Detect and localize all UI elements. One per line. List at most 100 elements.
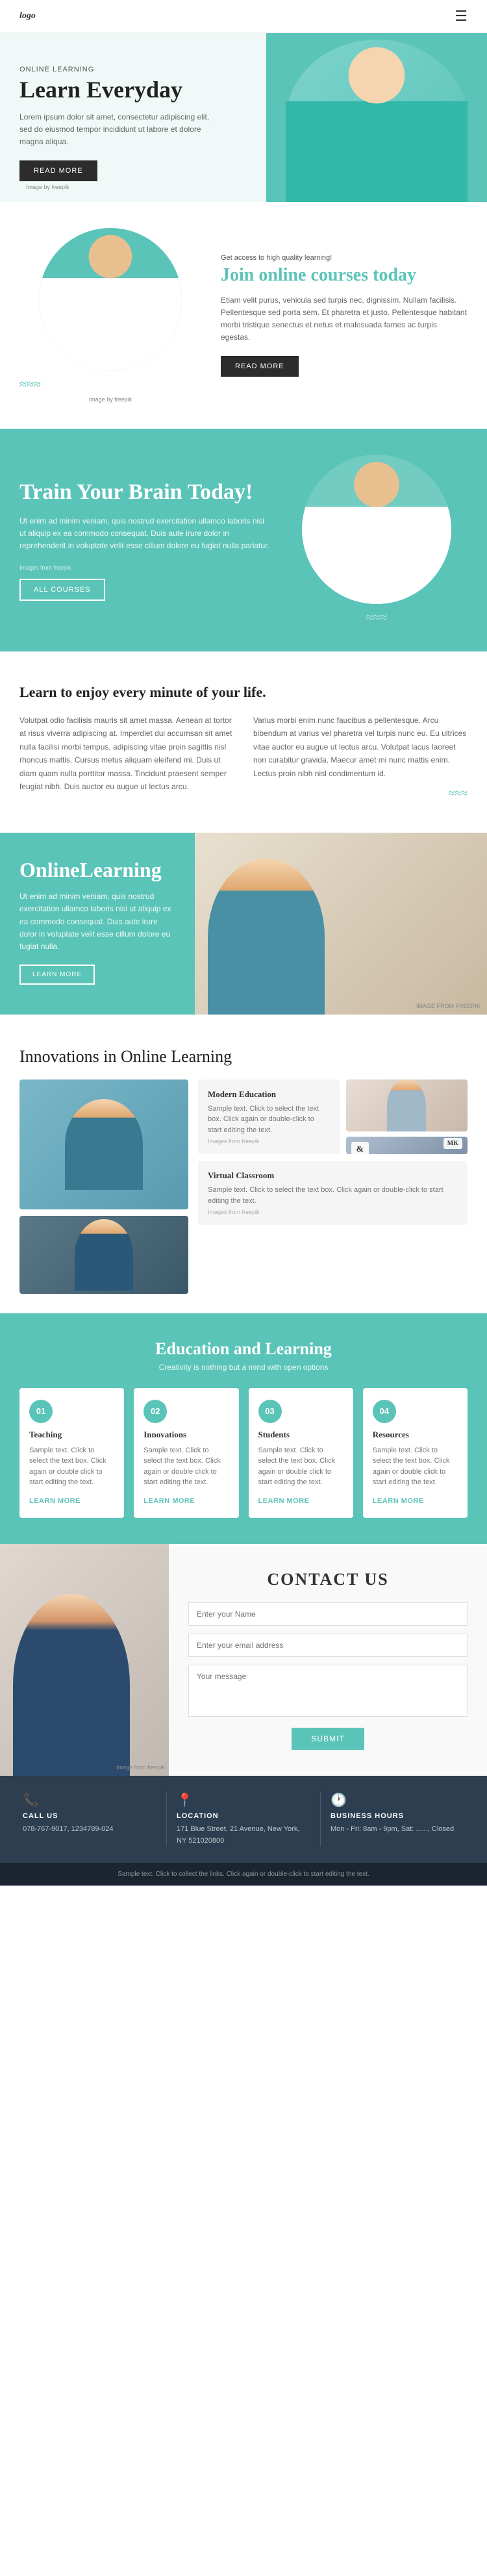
train-cta-button[interactable]: ALL COURSES — [19, 579, 105, 601]
email-input[interactable] — [188, 1634, 468, 1657]
edu-card-resources-num: 04 — [373, 1400, 396, 1423]
join-section: ≈≈≈ Image by freepik Get access to high … — [0, 202, 487, 429]
train-image-area: ≈≈≈ — [286, 455, 468, 625]
enjoy-right-text: Varius morbi enim nunc faucibus a pellen… — [253, 714, 468, 780]
innovations-left-column — [19, 1080, 188, 1294]
edu-card-resources-desc: Sample text. Click to select the text bo… — [373, 1445, 458, 1488]
footer-call-info: 078-767-9017, 1234789-024 — [23, 1824, 156, 1836]
contact-person-illustration — [13, 1594, 130, 1776]
phone-icon: 📞 — [23, 1792, 156, 1808]
footer-call-title: CALL US — [23, 1812, 156, 1820]
edu-card-innovations-cta[interactable]: LEARN MORE — [144, 1497, 195, 1505]
name-field-wrap — [188, 1602, 468, 1626]
innovations-card-virtual: Virtual Classroom Sample text. Click to … — [198, 1161, 468, 1225]
edu-card-innovations-title: Innovations — [144, 1430, 229, 1440]
innovations-section: Innovations in Online Learning Modern Ed… — [0, 1015, 487, 1313]
contact-section: Image from freepik CONTACT US SUBMIT — [0, 1544, 487, 1776]
innovations-card-modern-caption: Images from freepik — [208, 1138, 330, 1144]
join-circle-image — [39, 228, 182, 371]
education-title: Education and Learning — [19, 1339, 468, 1359]
innovations-card-virtual-caption: Images from freepik — [208, 1209, 458, 1215]
edu-card-students-cta[interactable]: LEARN MORE — [258, 1497, 310, 1505]
footer-bottom-text: Sample text. Click to collect the links.… — [13, 1871, 474, 1878]
submit-button[interactable]: SUBMIT — [292, 1728, 364, 1750]
innovations-title: Innovations in Online Learning — [19, 1047, 468, 1067]
edu-card-teaching-cta[interactable]: LEARN MORE — [29, 1497, 81, 1505]
education-subtitle: Creativity is nothing but a mind with op… — [19, 1363, 468, 1372]
location-icon: 📍 — [177, 1792, 310, 1808]
edu-card-teaching-desc: Sample text. Click to select the text bo… — [29, 1445, 114, 1488]
mk-badge: MK — [443, 1138, 462, 1149]
and-badge: & — [351, 1142, 369, 1157]
edu-card-teaching: 01 Teaching Sample text. Click to select… — [19, 1388, 124, 1518]
innovations-card-modern-desc: Sample text. Click to select the text bo… — [208, 1104, 330, 1136]
education-section: Education and Learning Creativity is not… — [0, 1313, 487, 1544]
innovations-main-image — [19, 1080, 188, 1209]
edu-card-students-num: 03 — [258, 1400, 282, 1423]
online-title: OnlineLearning — [19, 859, 175, 881]
edu-card-students-desc: Sample text. Click to select the text bo… — [258, 1445, 343, 1488]
train-circle-image — [302, 455, 451, 604]
email-field-wrap — [188, 1634, 468, 1657]
name-input[interactable] — [188, 1602, 468, 1626]
hamburger-icon[interactable]: ☰ — [455, 8, 468, 25]
edu-card-students-title: Students — [258, 1430, 343, 1440]
contact-image: Image from freepik — [0, 1544, 169, 1776]
wave-decoration: ≈≈≈ — [19, 377, 201, 392]
message-field-wrap — [188, 1665, 468, 1720]
footer: 📞 CALL US 078-767-9017, 1234789-024 📍 LO… — [0, 1776, 487, 1886]
join-image-area: ≈≈≈ Image by freepik — [19, 228, 201, 403]
innovations-card-modern-title: Modern Education — [208, 1089, 330, 1100]
navigation: logo ☰ — [0, 0, 487, 33]
train-section: Train Your Brain Today! Ut enim ad minim… — [0, 429, 487, 651]
edu-card-teaching-num: 01 — [29, 1400, 53, 1423]
hero-img-caption: Image by freepik — [26, 184, 474, 190]
innovations-card-modern: Modern Education Sample text. Click to s… — [198, 1080, 340, 1155]
online-learning-section: OnlineLearning Ut enim ad minim veniam, … — [0, 833, 487, 1015]
hero-title: Learn Everyday — [19, 77, 468, 103]
innovations-photo-1 — [346, 1080, 468, 1131]
hero-cta-button[interactable]: READ MORE — [19, 160, 97, 181]
join-cta-button[interactable]: READ MORE — [221, 356, 299, 377]
contact-title: CONTACT US — [188, 1570, 468, 1589]
edu-card-innovations: 02 Innovations Sample text. Click to sel… — [134, 1388, 238, 1518]
edu-card-resources: 04 Resources Sample text. Click to selec… — [363, 1388, 468, 1518]
footer-hours-title: BUSINESS HOURS — [331, 1812, 464, 1820]
edu-card-teaching-title: Teaching — [29, 1430, 114, 1440]
footer-call-col: 📞 CALL US 078-767-9017, 1234789-024 — [13, 1792, 167, 1847]
enjoy-title: Learn to enjoy every minute of your life… — [19, 684, 468, 701]
train-text-area: Train Your Brain Today! Ut enim ad minim… — [19, 479, 273, 600]
hero-section: ONLINE LEARNING Learn Everyday Lorem ips… — [0, 33, 487, 202]
online-image-area: IMAGE FROM FREEPIK — [195, 833, 487, 1015]
edu-card-resources-cta[interactable]: LEARN MORE — [373, 1497, 424, 1505]
enjoy-section: Learn to enjoy every minute of your life… — [0, 651, 487, 833]
join-overline: Get access to high quality learning! — [221, 254, 468, 262]
footer-contact-bar: 📞 CALL US 078-767-9017, 1234789-024 📍 LO… — [0, 1776, 487, 1863]
edu-card-innovations-desc: Sample text. Click to select the text bo… — [144, 1445, 229, 1488]
online-description: Ut enim ad minim veniam, quis nostrud ex… — [19, 890, 175, 953]
edu-card-students: 03 Students Sample text. Click to select… — [249, 1388, 353, 1518]
innovations-right-column: Modern Education Sample text. Click to s… — [198, 1080, 468, 1294]
enjoy-left-text: Volutpat odio facilisis mauris sit amet … — [19, 714, 234, 793]
person-illustration-bottom — [75, 1219, 133, 1291]
contact-img-caption: Image from freepik — [116, 1764, 165, 1771]
online-text-area: OnlineLearning Ut enim ad minim veniam, … — [0, 833, 195, 1015]
innovations-bottom-image — [19, 1216, 188, 1294]
hero-description: Lorem ipsum dolor sit amet, consectetur … — [19, 111, 214, 149]
join-person-illustration — [39, 228, 182, 371]
online-cta-button[interactable]: LEARN MORE — [19, 965, 95, 985]
footer-location-col: 📍 LOCATION 171 Blue Street, 21 Avenue, N… — [167, 1792, 321, 1847]
contact-form-area: CONTACT US SUBMIT — [169, 1544, 487, 1776]
innovations-card-virtual-title: Virtual Classroom — [208, 1170, 458, 1181]
footer-hours-info: Mon - Fri: 8am - 9pm, Sat: ......, Close… — [331, 1824, 464, 1836]
person-illustration-main — [65, 1099, 143, 1190]
join-text-area: Get access to high quality learning! Joi… — [221, 254, 468, 376]
person-small — [387, 1080, 426, 1131]
join-description: Etiam velit purus, vehicula sed turpis n… — [221, 294, 468, 344]
message-input[interactable] — [188, 1665, 468, 1717]
footer-hours-col: 🕐 BUSINESS HOURS Mon - Fri: 8am - 9pm, S… — [321, 1792, 474, 1847]
innovations-photo-2: & MK — [346, 1137, 468, 1155]
train-person-illustration — [302, 455, 451, 604]
edu-card-resources-title: Resources — [373, 1430, 458, 1440]
education-cards: 01 Teaching Sample text. Click to select… — [19, 1388, 468, 1518]
